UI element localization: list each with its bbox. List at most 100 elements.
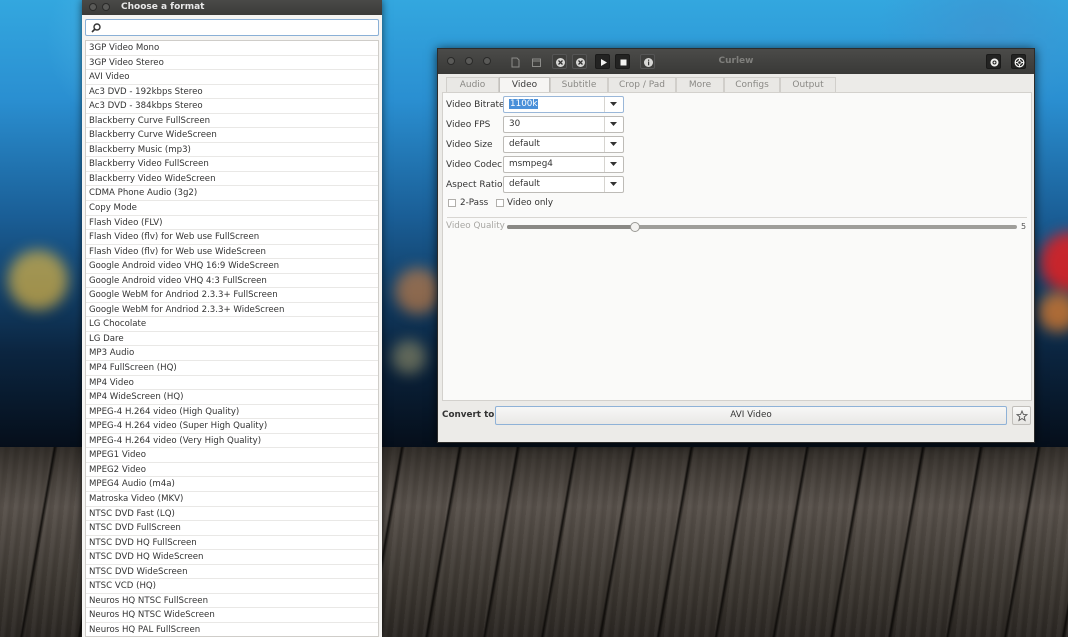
format-list-item[interactable]: MPEG4 Audio (m4a): [86, 477, 378, 492]
chevron-down-icon: [610, 162, 617, 166]
format-list-item[interactable]: Google WebM for Andriod 2.3.3+ FullScree…: [86, 288, 378, 303]
format-list-item[interactable]: Flash Video (flv) for Web use FullScreen: [86, 230, 378, 245]
video-quality-slider[interactable]: [507, 222, 1017, 232]
format-list-item[interactable]: CDMA Phone Audio (3g2): [86, 186, 378, 202]
chooser-title: Choose a format: [121, 2, 205, 12]
format-list-item[interactable]: NTSC DVD FullScreen: [86, 521, 378, 536]
aspect-ratio-value[interactable]: default: [509, 179, 540, 189]
video-bitrate-dropdown[interactable]: [604, 97, 623, 112]
video-quality-fill: [507, 225, 635, 229]
video-size-dropdown[interactable]: [604, 137, 623, 152]
favorite-button[interactable]: [1012, 406, 1031, 425]
format-list-item[interactable]: Copy Mode: [86, 201, 378, 216]
format-list-item[interactable]: LG Chocolate: [86, 317, 378, 332]
video-settings-panel: Video Bitrate 1100k Video FPS 30 Video S…: [442, 92, 1032, 401]
format-list-item[interactable]: MPEG1 Video: [86, 448, 378, 463]
format-list-item[interactable]: Google Android video VHQ 16:9 WideScreen: [86, 259, 378, 274]
video-quality-label: Video Quality: [446, 221, 505, 231]
convert-to-label: Convert to:: [442, 410, 498, 420]
video-quality-value: 5: [1021, 222, 1027, 231]
format-list-item[interactable]: AVI Video: [86, 70, 378, 85]
format-search-box[interactable]: [85, 19, 379, 36]
format-list-item[interactable]: NTSC DVD HQ FullScreen: [86, 536, 378, 551]
tab-video[interactable]: Video: [499, 77, 550, 92]
format-list-item[interactable]: Matroska Video (MKV): [86, 492, 378, 507]
format-list-item[interactable]: 3GP Video Stereo: [86, 56, 378, 71]
format-list-item[interactable]: Neuros HQ NTSC WideScreen: [86, 608, 378, 623]
tab-audio[interactable]: Audio: [446, 77, 499, 92]
video-codec-label: Video Codec: [446, 160, 503, 170]
two-pass-label[interactable]: 2-Pass: [460, 198, 488, 208]
format-list-item[interactable]: Ac3 DVD - 192kbps Stereo: [86, 85, 378, 100]
format-list-item[interactable]: NTSC VCD (HQ): [86, 579, 378, 594]
format-list-item[interactable]: MPEG-4 H.264 video (Very High Quality): [86, 434, 378, 449]
chooser-titlebar: Choose a format: [82, 0, 382, 15]
settings-tabs: Audio Video Subtitle Crop / Pad More Con…: [446, 77, 1030, 93]
format-list-item[interactable]: NTSC DVD WideScreen: [86, 565, 378, 580]
format-list-item[interactable]: Blackberry Video FullScreen: [86, 157, 378, 172]
format-list-item[interactable]: NTSC DVD HQ WideScreen: [86, 550, 378, 565]
format-list-item[interactable]: Ac3 DVD - 384kbps Stereo: [86, 99, 378, 114]
chevron-down-icon: [610, 102, 617, 106]
chevron-down-icon: [610, 142, 617, 146]
format-list-item[interactable]: Google WebM for Andriod 2.3.3+ WideScree…: [86, 303, 378, 318]
video-codec-combo[interactable]: msmpeg4: [503, 156, 624, 173]
video-fps-value[interactable]: 30: [509, 119, 520, 129]
format-list-item[interactable]: MP4 Video: [86, 376, 378, 391]
format-list-item[interactable]: LG Dare: [86, 332, 378, 347]
format-list-item[interactable]: MP4 WideScreen (HQ): [86, 390, 378, 405]
tab-configs[interactable]: Configs: [724, 77, 780, 92]
lifebuoy-icon: [1014, 57, 1025, 68]
video-size-combo[interactable]: default: [503, 136, 624, 153]
tab-output[interactable]: Output: [780, 77, 836, 92]
format-list-item[interactable]: MPEG2 Video: [86, 463, 378, 478]
format-list-item[interactable]: Neuros HQ PAL FullScreen: [86, 623, 378, 636]
format-list[interactable]: 3GP Video Mono 3GP Video Stereo AVI Video A…: [85, 40, 379, 637]
format-list-item[interactable]: Neuros HQ NTSC FullScreen: [86, 594, 378, 609]
help-button[interactable]: [1011, 54, 1026, 69]
bokeh-light: [8, 250, 68, 310]
video-only-checkbox[interactable]: [496, 199, 504, 207]
tab-more[interactable]: More: [676, 77, 724, 92]
section-divider: [447, 217, 1027, 218]
format-list-item[interactable]: Flash Video (flv) for Web use WideScreen: [86, 245, 378, 260]
video-only-label[interactable]: Video only: [507, 198, 553, 208]
tab-subtitle[interactable]: Subtitle: [550, 77, 608, 92]
video-bitrate-text: 1100k: [509, 99, 539, 109]
format-list-item[interactable]: Blackberry Curve WideScreen: [86, 128, 378, 143]
video-size-label: Video Size: [446, 140, 493, 150]
tab-crop-pad[interactable]: Crop / Pad: [608, 77, 676, 92]
format-list-item[interactable]: MP3 Audio: [86, 346, 378, 362]
two-pass-checkbox[interactable]: [448, 199, 456, 207]
format-list-item[interactable]: NTSC DVD Fast (LQ): [86, 507, 378, 522]
close-window-button[interactable]: [89, 3, 97, 11]
curlew-titlebar: Curlew: [438, 49, 1034, 74]
video-bitrate-value[interactable]: 1100k: [509, 99, 539, 109]
video-quality-handle[interactable]: [629, 222, 640, 232]
format-list-item[interactable]: 3GP Video Mono: [86, 41, 378, 56]
chevron-down-icon: [610, 182, 617, 186]
format-list-item[interactable]: Blackberry Curve FullScreen: [86, 114, 378, 129]
format-list-item[interactable]: Blackberry Video WideScreen: [86, 172, 378, 187]
format-list-item[interactable]: Flash Video (FLV): [86, 216, 378, 231]
search-icon: [91, 23, 101, 33]
video-codec-dropdown[interactable]: [604, 157, 623, 172]
video-size-value[interactable]: default: [509, 139, 540, 149]
format-list-item[interactable]: Blackberry Music (mp3): [86, 143, 378, 158]
video-fps-dropdown[interactable]: [604, 117, 623, 132]
video-codec-value[interactable]: msmpeg4: [509, 159, 553, 169]
format-list-item[interactable]: Google Android video VHQ 4:3 FullScreen: [86, 274, 378, 289]
convert-format-selector[interactable]: AVI Video: [495, 406, 1007, 425]
curlew-title: Curlew: [718, 56, 754, 66]
format-list-item[interactable]: MP4 FullScreen (HQ): [86, 361, 378, 376]
star-icon: [1016, 410, 1028, 422]
aspect-ratio-combo[interactable]: default: [503, 176, 624, 193]
format-list-item[interactable]: MPEG-4 H.264 video (High Quality): [86, 405, 378, 420]
minimize-window-button[interactable]: [102, 3, 110, 11]
video-bitrate-combo[interactable]: 1100k: [503, 96, 624, 113]
format-list-item[interactable]: MPEG-4 H.264 video (Super High Quality): [86, 419, 378, 434]
format-search-input[interactable]: [105, 21, 373, 34]
settings-button[interactable]: [986, 54, 1001, 69]
video-fps-combo[interactable]: 30: [503, 116, 624, 133]
aspect-ratio-dropdown[interactable]: [604, 177, 623, 192]
